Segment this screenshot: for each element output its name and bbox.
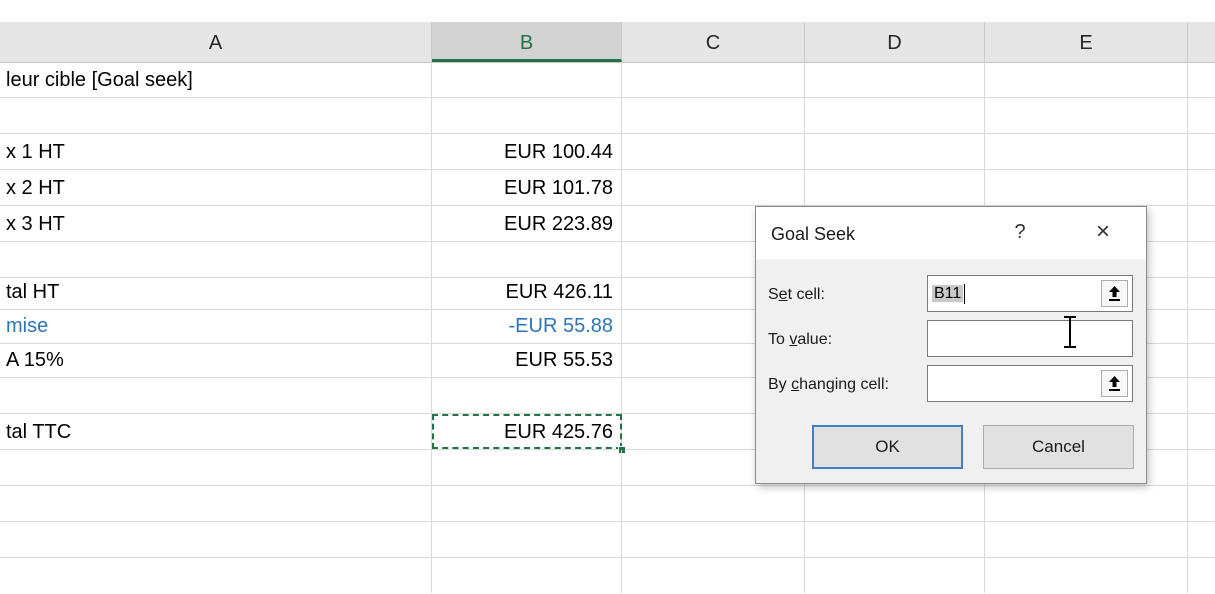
cell-a[interactable] [0,558,432,593]
by-changing-cell-label: By changing cell: [768,376,889,393]
cell-c[interactable] [622,486,805,521]
dialog-title: Goal Seek [771,224,856,244]
cell-e[interactable] [985,486,1188,521]
cell-a[interactable]: tal HT [0,274,432,309]
column-header-e[interactable]: E [985,22,1188,62]
cell-c[interactable] [622,522,805,557]
cell-d[interactable] [805,170,985,205]
cell-a[interactable]: leur cible [Goal seek] [0,62,432,97]
column-header-b[interactable]: B [432,22,622,62]
cell-c[interactable] [622,134,805,169]
cell-a[interactable]: x 2 HT [0,170,432,205]
table-row: x 1 HT EUR 100.44 [0,134,1215,170]
cell-a[interactable]: x 3 HT [0,206,432,241]
cell-e[interactable] [985,558,1188,593]
cell-a[interactable] [0,242,432,277]
range-collapse-icon[interactable] [1101,370,1128,397]
table-row [0,522,1215,558]
set-cell-input[interactable]: B11 [927,275,1133,312]
cell-a[interactable] [0,486,432,521]
ok-button[interactable]: OK [812,425,963,469]
column-header-a[interactable]: A [0,22,432,62]
text-cursor-icon [1064,316,1076,348]
cell-d[interactable] [805,522,985,557]
cell-b[interactable] [432,450,622,485]
cell-c[interactable] [622,98,805,133]
column-header-d[interactable]: D [805,22,985,62]
cell-a[interactable]: A 15% [0,342,432,377]
text-caret [964,283,966,304]
cell-e[interactable] [985,522,1188,557]
cancel-button[interactable]: Cancel [983,425,1134,469]
close-icon[interactable]: × [1085,217,1121,247]
help-icon[interactable]: ? [1004,217,1036,247]
dialog-titlebar[interactable]: Goal Seek ? × [756,207,1146,259]
cell-b[interactable] [432,98,622,133]
cell-a[interactable]: x 1 HT [0,134,432,169]
table-row: leur cible [Goal seek] [0,62,1215,98]
set-cell-value: B11 [932,285,964,302]
goal-seek-dialog: Goal Seek ? × Set cell: B11 To value: By… [755,206,1147,484]
cell-e[interactable] [985,98,1188,133]
column-header-c[interactable]: C [622,22,805,62]
cell-a[interactable]: tal TTC [0,414,432,449]
cell-b[interactable] [432,486,622,521]
cell-b[interactable] [432,558,622,593]
cell-b[interactable]: EUR 100.44 [432,134,622,169]
cell-a[interactable] [0,98,432,133]
cell-b[interactable] [432,378,622,413]
cell-c[interactable] [622,62,805,97]
cell-a[interactable] [0,450,432,485]
cell-b[interactable]: EUR 101.78 [432,170,622,205]
up-arrow-icon [1109,376,1120,391]
column-header-f[interactable] [1188,22,1215,62]
up-arrow-icon [1109,286,1120,301]
cell-e[interactable] [985,170,1188,205]
ribbon-edge [0,0,1215,22]
cell-c[interactable] [622,170,805,205]
cell-a[interactable]: mise [0,308,432,343]
cell-b[interactable] [432,522,622,557]
cell-b[interactable]: EUR 223.89 [432,206,622,241]
cell-b[interactable]: -EUR 55.88 [432,308,622,343]
table-row: x 2 HT EUR 101.78 [0,170,1215,206]
cell-b[interactable]: EUR 55.53 [432,342,622,377]
table-row [0,486,1215,522]
range-collapse-icon[interactable] [1101,280,1128,307]
cell-d[interactable] [805,558,985,593]
cell-b-active[interactable]: EUR 425.76 [432,414,622,449]
cell-e[interactable] [985,134,1188,169]
cell-c[interactable] [622,558,805,593]
cell-b[interactable] [432,242,622,277]
cell-a[interactable] [0,522,432,557]
cell-d[interactable] [805,98,985,133]
to-value-label: To value: [768,331,833,348]
cell-d[interactable] [805,62,985,97]
column-header-row: A B C D E [0,22,1215,63]
to-value-input[interactable] [927,320,1133,357]
cell-e[interactable] [985,62,1188,97]
cell-b[interactable]: EUR 426.11 [432,274,622,309]
table-row [0,558,1215,594]
by-changing-cell-input[interactable] [927,365,1133,402]
cell-d[interactable] [805,134,985,169]
cell-a[interactable] [0,378,432,413]
table-row [0,98,1215,134]
cell-b[interactable] [432,62,622,97]
cell-d[interactable] [805,486,985,521]
set-cell-label: Set cell: [768,286,825,303]
